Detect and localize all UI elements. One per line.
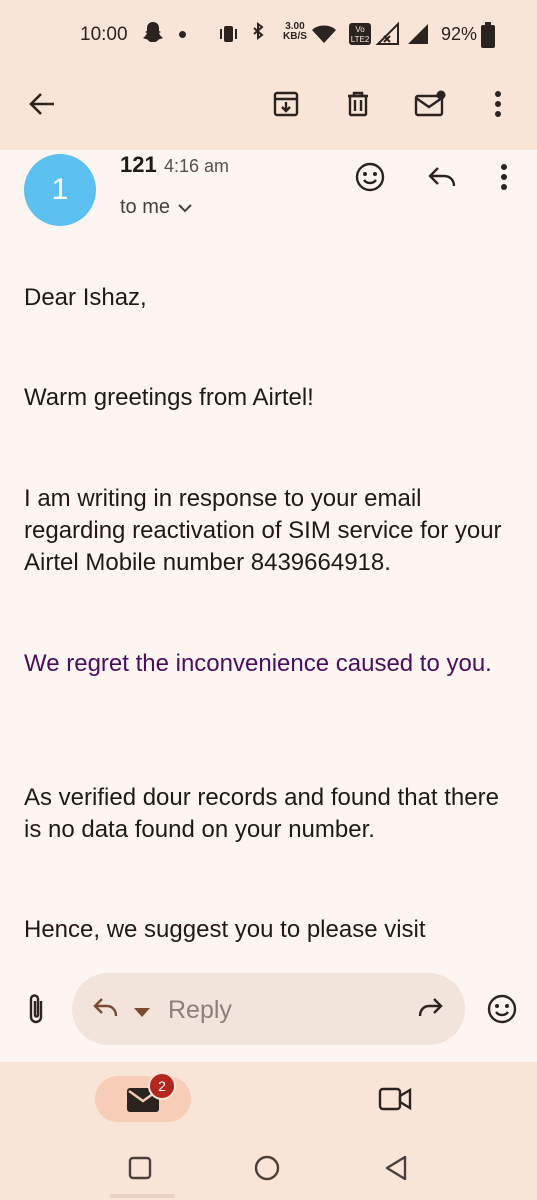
emoji-icon[interactable] — [480, 987, 524, 1031]
reply-input[interactable]: Reply — [72, 973, 465, 1045]
app-bar — [0, 70, 537, 150]
svg-text:LTE2: LTE2 — [351, 35, 370, 44]
archive-icon[interactable] — [264, 82, 308, 126]
mail-tab[interactable] — [95, 1076, 191, 1122]
back-triangle-icon[interactable] — [374, 1146, 418, 1190]
mark-unread-icon[interactable] — [408, 82, 452, 126]
reply-mode-icon[interactable] — [92, 997, 122, 1024]
delete-icon[interactable] — [336, 82, 380, 126]
more-vert-icon[interactable] — [476, 82, 520, 126]
recents-square-icon[interactable] — [118, 1146, 162, 1190]
svg-text:Vo: Vo — [355, 25, 365, 34]
recipient-label: to me — [120, 196, 171, 218]
bottom-nav: 2 — [0, 1062, 537, 1140]
meet-tab[interactable] — [372, 1076, 418, 1122]
reply-icon[interactable] — [420, 155, 464, 199]
home-indicator — [110, 1194, 174, 1198]
sent-time: 4:16 am — [164, 156, 230, 176]
reply-label: Reply — [168, 996, 232, 1024]
message-more-icon[interactable] — [482, 155, 526, 199]
system-icons: Vo LTE2 — [218, 20, 438, 53]
dropdown-arrow-icon[interactable] — [134, 1004, 150, 1022]
status-time: 10:00 — [80, 24, 128, 45]
regret-paragraph: We regret the inconvenience caused to yo… — [24, 650, 492, 677]
recipient-toggle[interactable]: to me — [120, 196, 192, 219]
response-paragraph: I am writing in response to your email r… — [24, 485, 502, 576]
greeting-paragraph: Dear Ishaz, — [24, 284, 147, 311]
message-view[interactable]: 1 121 4:16 am to me Dear Ishaz, Warm gre… — [0, 150, 537, 955]
attach-icon[interactable] — [16, 987, 56, 1031]
network-speed: 3.00 KB/S — [283, 22, 307, 42]
forward-icon[interactable] — [414, 997, 444, 1024]
chevron-down-icon — [178, 196, 192, 219]
home-circle-icon[interactable] — [245, 1146, 289, 1190]
sender-name: 121 — [120, 152, 157, 177]
video-camera-icon — [378, 1086, 412, 1112]
network-speed-unit: KB/S — [283, 31, 307, 42]
snapchat-icon — [142, 20, 164, 49]
system-nav-bar — [0, 1140, 537, 1200]
notification-dot — [179, 31, 186, 38]
battery-icon — [481, 22, 495, 53]
battery-percent: 92% — [441, 24, 478, 44]
add-reaction-icon[interactable] — [348, 155, 392, 199]
back-arrow-icon[interactable] — [20, 82, 64, 126]
verified-paragraph: As verified dour records and found that … — [24, 784, 499, 843]
mail-count-badge: 2 — [148, 1072, 176, 1100]
suggest-paragraph: Hence, we suggest you to please visit — [24, 916, 426, 943]
reply-bar: Reply — [0, 955, 537, 1065]
sender-avatar[interactable]: 1 — [24, 154, 96, 226]
status-bar: 10:00 Vo LTE2 3.00 KB/S 92% — [0, 0, 537, 70]
intro-paragraph: Warm greetings from Airtel! — [24, 384, 314, 411]
